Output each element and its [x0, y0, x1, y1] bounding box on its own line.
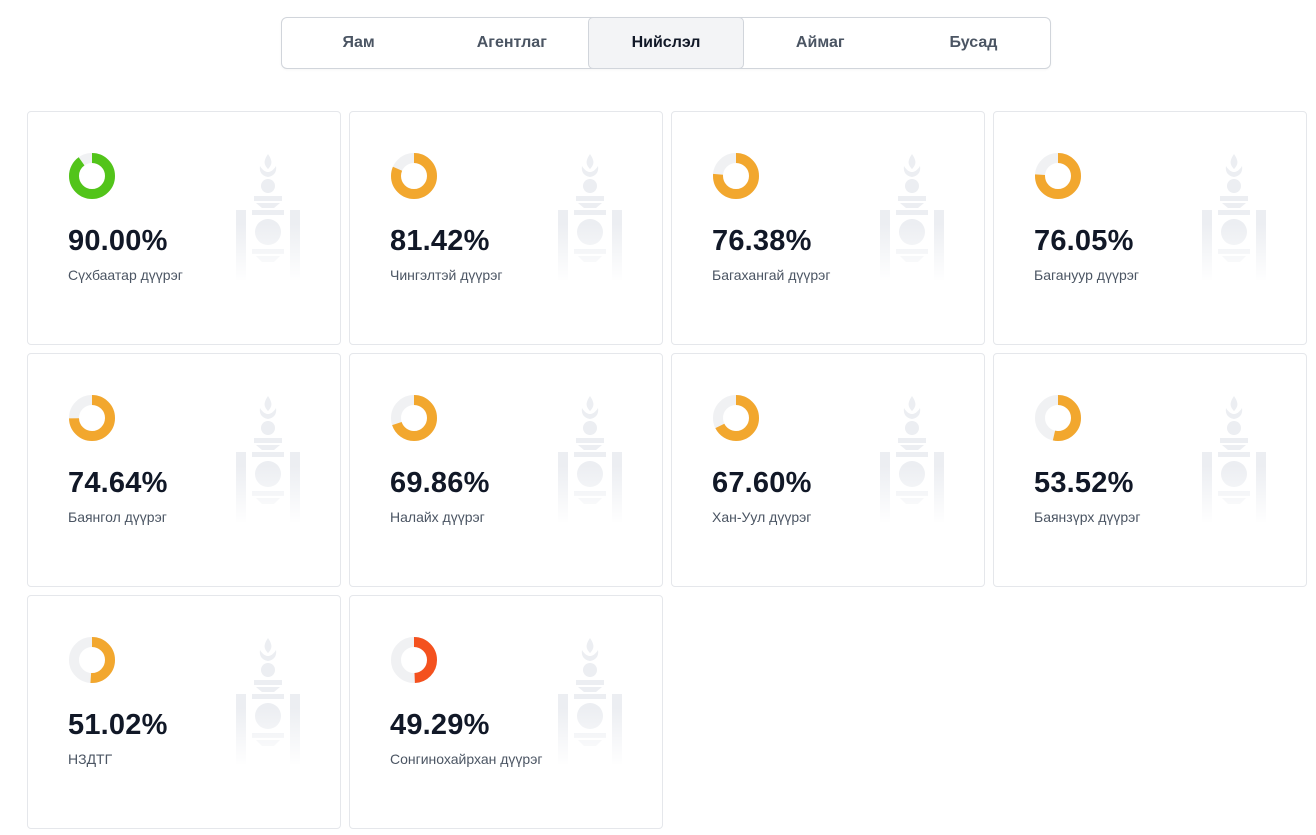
soyombo-emblem-icon — [236, 394, 300, 524]
district-card[interactable]: 74.64% Баянгол дүүрэг — [27, 353, 341, 587]
tab-busad[interactable]: Бусад — [897, 18, 1050, 68]
soyombo-emblem-icon — [1202, 394, 1266, 524]
district-card[interactable]: 69.86% Налайх дүүрэг — [349, 353, 663, 587]
donut-progress-arc — [69, 153, 115, 199]
district-name: Сонгинохайрхан дүүрэг — [390, 751, 543, 767]
tab-niislel[interactable]: Нийслэл — [588, 17, 744, 69]
district-name: Багахангай дүүрэг — [712, 267, 831, 283]
progress-donut — [713, 153, 759, 199]
soyombo-emblem-icon — [236, 152, 300, 282]
percent-value: 51.02% — [68, 709, 168, 741]
percent-value: 69.86% — [390, 467, 490, 499]
progress-donut — [713, 395, 759, 441]
district-card[interactable]: 67.60% Хан-Уул дүүрэг — [671, 353, 985, 587]
district-name: НЗДТГ — [68, 751, 113, 767]
tab-yaam[interactable]: Яам — [282, 18, 435, 68]
soyombo-emblem-icon — [558, 394, 622, 524]
soyombo-emblem-icon — [236, 636, 300, 766]
category-tabs: Яам Агентлаг Нийслэл Аймаг Бусад — [281, 17, 1051, 69]
percent-value: 53.52% — [1034, 467, 1134, 499]
soyombo-emblem-icon — [1202, 152, 1266, 282]
district-card[interactable]: 81.42% Чингэлтэй дүүрэг — [349, 111, 663, 345]
district-name: Хан-Уул дүүрэг — [712, 509, 812, 525]
percent-value: 76.05% — [1034, 225, 1134, 257]
percent-value: 67.60% — [712, 467, 812, 499]
district-card[interactable]: 76.38% Багахангай дүүрэг — [671, 111, 985, 345]
progress-donut — [1035, 395, 1081, 441]
progress-donut — [1035, 153, 1081, 199]
percent-value: 49.29% — [390, 709, 490, 741]
progress-donut — [391, 395, 437, 441]
district-name: Сүхбаатар дүүрэг — [68, 267, 183, 283]
tab-aimag[interactable]: Аймаг — [744, 18, 897, 68]
district-name: Налайх дүүрэг — [390, 509, 485, 525]
progress-donut — [69, 153, 115, 199]
district-card[interactable]: 51.02% НЗДТГ — [27, 595, 341, 829]
soyombo-emblem-icon — [558, 636, 622, 766]
soyombo-emblem-icon — [558, 152, 622, 282]
district-card[interactable]: 76.05% Багануур дүүрэг — [993, 111, 1307, 345]
percent-value: 90.00% — [68, 225, 168, 257]
percent-value: 74.64% — [68, 467, 168, 499]
progress-donut — [391, 153, 437, 199]
district-name: Чингэлтэй дүүрэг — [390, 267, 503, 283]
district-name: Баянзүрх дүүрэг — [1034, 509, 1141, 525]
soyombo-emblem-icon — [880, 152, 944, 282]
district-card[interactable]: 90.00% Сүхбаатар дүүрэг — [27, 111, 341, 345]
progress-donut — [69, 395, 115, 441]
progress-donut — [391, 637, 437, 683]
district-name: Багануур дүүрэг — [1034, 267, 1140, 283]
tab-agentlag[interactable]: Агентлаг — [435, 18, 588, 68]
district-card[interactable]: 49.29% Сонгинохайрхан дүүрэг — [349, 595, 663, 829]
soyombo-emblem-icon — [880, 394, 944, 524]
percent-value: 76.38% — [712, 225, 812, 257]
progress-donut — [69, 637, 115, 683]
district-card[interactable]: 53.52% Баянзүрх дүүрэг — [993, 353, 1307, 587]
district-name: Баянгол дүүрэг — [68, 509, 167, 525]
percent-value: 81.42% — [390, 225, 490, 257]
